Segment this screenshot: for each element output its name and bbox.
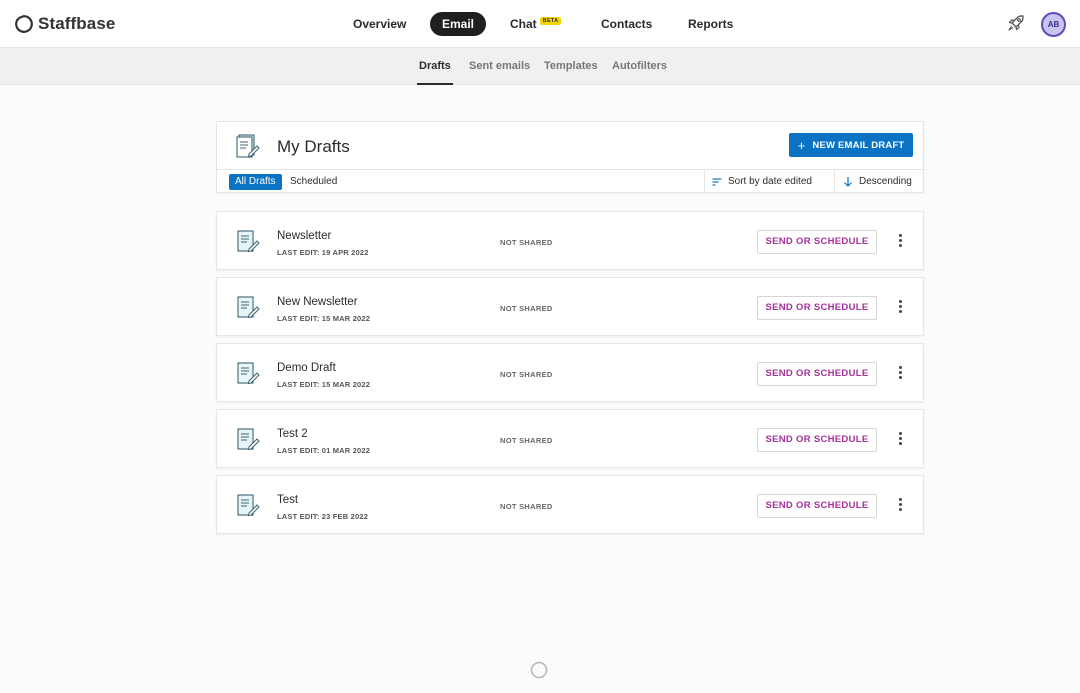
draft-name[interactable]: Newsletter (277, 230, 331, 242)
nav-overview[interactable]: Overview (353, 12, 406, 36)
send-or-schedule-button[interactable]: SEND OR SCHEDULE (757, 296, 877, 320)
tab-autofilters[interactable]: Autofilters (612, 48, 667, 84)
draft-name[interactable]: Test 2 (277, 428, 308, 440)
sort-lines-icon (712, 177, 722, 186)
document-edit-icon (237, 230, 260, 253)
nav-reports[interactable]: Reports (688, 12, 733, 36)
plus-icon: + (797, 137, 806, 153)
draft-row[interactable]: Demo Draft LAST EDIT: 15 MAR 2022 NOT SH… (216, 343, 924, 402)
kebab-menu-icon[interactable] (895, 364, 905, 384)
tab-templates[interactable]: Templates (544, 48, 598, 84)
order-toggle[interactable]: Descending (834, 170, 924, 193)
filter-bar: All Drafts Scheduled Sort by date edited… (217, 170, 923, 193)
filter-all-drafts[interactable]: All Drafts (229, 174, 282, 190)
send-or-schedule-button[interactable]: SEND OR SCHEDULE (757, 362, 877, 386)
draft-share-status: NOT SHARED (500, 238, 553, 247)
draft-share-status: NOT SHARED (500, 502, 553, 511)
draft-row[interactable]: Test 2 LAST EDIT: 01 MAR 2022 NOT SHARED… (216, 409, 924, 468)
main-nav: Overview Email Chat BETA Contacts Reports (0, 12, 1080, 36)
draft-name[interactable]: New Newsletter (277, 296, 358, 308)
sort-dropdown[interactable]: Sort by date edited (704, 170, 834, 193)
send-or-schedule-button[interactable]: SEND OR SCHEDULE (757, 428, 877, 452)
send-or-schedule-button[interactable]: SEND OR SCHEDULE (757, 230, 877, 254)
draft-last-edit: LAST EDIT: 19 APR 2022 (277, 248, 369, 257)
document-edit-icon (237, 296, 260, 319)
drafts-header-card: My Drafts + NEW EMAIL DRAFT All Drafts S… (216, 121, 924, 193)
draft-name[interactable]: Test (277, 494, 298, 506)
draft-last-edit: LAST EDIT: 15 MAR 2022 (277, 314, 371, 323)
kebab-menu-icon[interactable] (895, 298, 905, 318)
draft-row[interactable]: Test LAST EDIT: 23 FEB 2022 NOT SHARED S… (216, 475, 924, 534)
nav-chat-label: Chat (510, 17, 537, 31)
document-edit-icon (237, 494, 260, 517)
loading-spinner-icon (530, 661, 548, 679)
order-label: Descending (859, 176, 912, 187)
nav-contacts[interactable]: Contacts (601, 12, 652, 36)
kebab-menu-icon[interactable] (895, 430, 905, 450)
new-email-draft-button[interactable]: + NEW EMAIL DRAFT (789, 133, 913, 157)
kebab-menu-icon[interactable] (895, 496, 905, 516)
document-edit-icon (237, 428, 260, 451)
user-avatar[interactable]: AB (1041, 12, 1066, 37)
send-or-schedule-button[interactable]: SEND OR SCHEDULE (757, 494, 877, 518)
draft-last-edit: LAST EDIT: 15 MAR 2022 (277, 380, 371, 389)
draft-name[interactable]: Demo Draft (277, 362, 336, 374)
arrow-down-icon (844, 177, 852, 187)
tab-drafts[interactable]: Drafts (417, 48, 453, 85)
document-edit-icon (237, 362, 260, 385)
nav-chat[interactable]: Chat BETA (510, 12, 562, 36)
sort-label: Sort by date edited (728, 176, 812, 187)
draft-row[interactable]: Newsletter LAST EDIT: 19 APR 2022 NOT SH… (216, 211, 924, 270)
document-edit-icon (236, 134, 260, 158)
page-title: My Drafts (277, 137, 350, 156)
nav-email[interactable]: Email (430, 12, 487, 36)
rocket-icon[interactable] (1006, 13, 1026, 33)
beta-badge: BETA (539, 17, 562, 25)
filter-scheduled[interactable]: Scheduled (290, 174, 337, 190)
draft-last-edit: LAST EDIT: 23 FEB 2022 (277, 512, 369, 521)
draft-last-edit: LAST EDIT: 01 MAR 2022 (277, 446, 371, 455)
top-bar: Staffbase Overview Email Chat BETA Contac… (0, 0, 1080, 48)
draft-share-status: NOT SHARED (500, 304, 553, 313)
draft-row[interactable]: New Newsletter LAST EDIT: 15 MAR 2022 NO… (216, 277, 924, 336)
sub-nav: Drafts Sent emails Templates Autofilters (0, 48, 1080, 85)
draft-share-status: NOT SHARED (500, 370, 553, 379)
new-email-draft-label: NEW EMAIL DRAFT (812, 139, 905, 151)
kebab-menu-icon[interactable] (895, 232, 905, 252)
tab-sent-emails[interactable]: Sent emails (469, 48, 530, 84)
draft-share-status: NOT SHARED (500, 436, 553, 445)
